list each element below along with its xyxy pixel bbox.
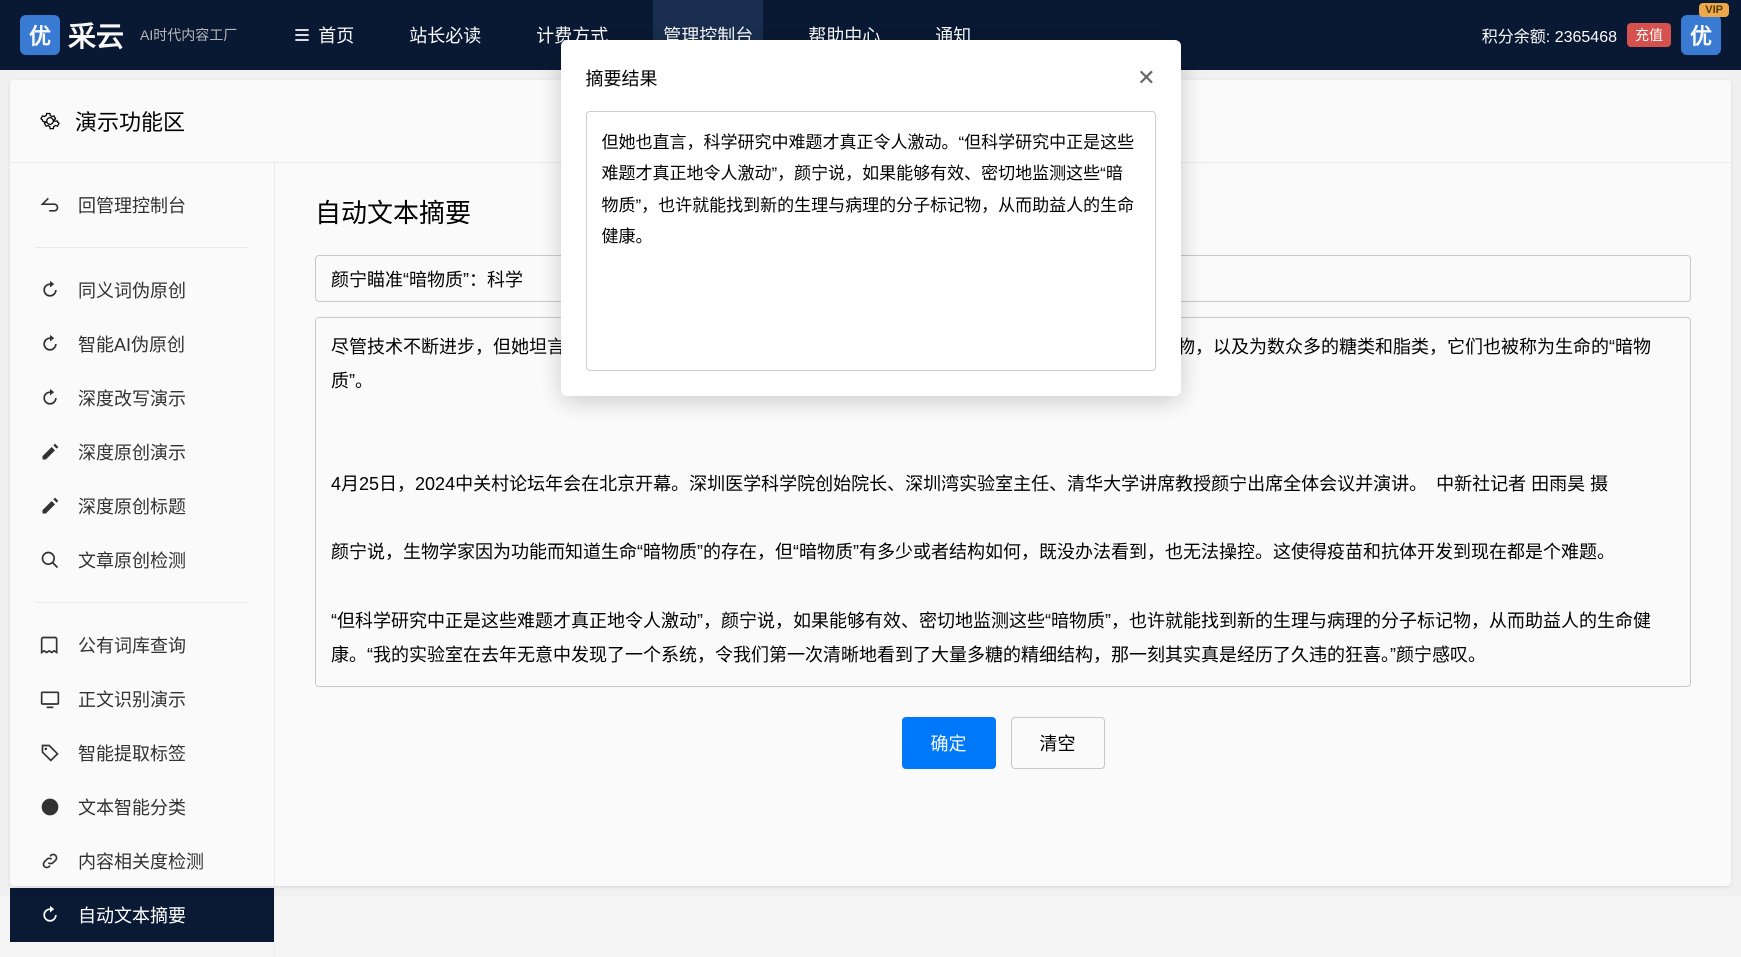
summary-modal: 摘要结果 ✕ 但她也直言，科学研究中难题才真正令人激动。“但科学研究中正是这些难… [561, 40, 1181, 396]
sidebar-label: 自动文本摘要 [78, 902, 186, 928]
modal-title: 摘要结果 [586, 65, 658, 91]
modal-overlay[interactable]: 摘要结果 ✕ 但她也直言，科学研究中难题才真正令人激动。“但科学研究中正是这些难… [0, 0, 1741, 896]
close-icon[interactable]: ✕ [1137, 65, 1155, 91]
modal-content[interactable]: 但她也直言，科学研究中难题才真正令人激动。“但科学研究中正是这些难题才真正地令人… [586, 111, 1156, 371]
refresh-icon [40, 905, 60, 925]
sidebar-item[interactable]: 自动文本摘要 [10, 888, 274, 942]
